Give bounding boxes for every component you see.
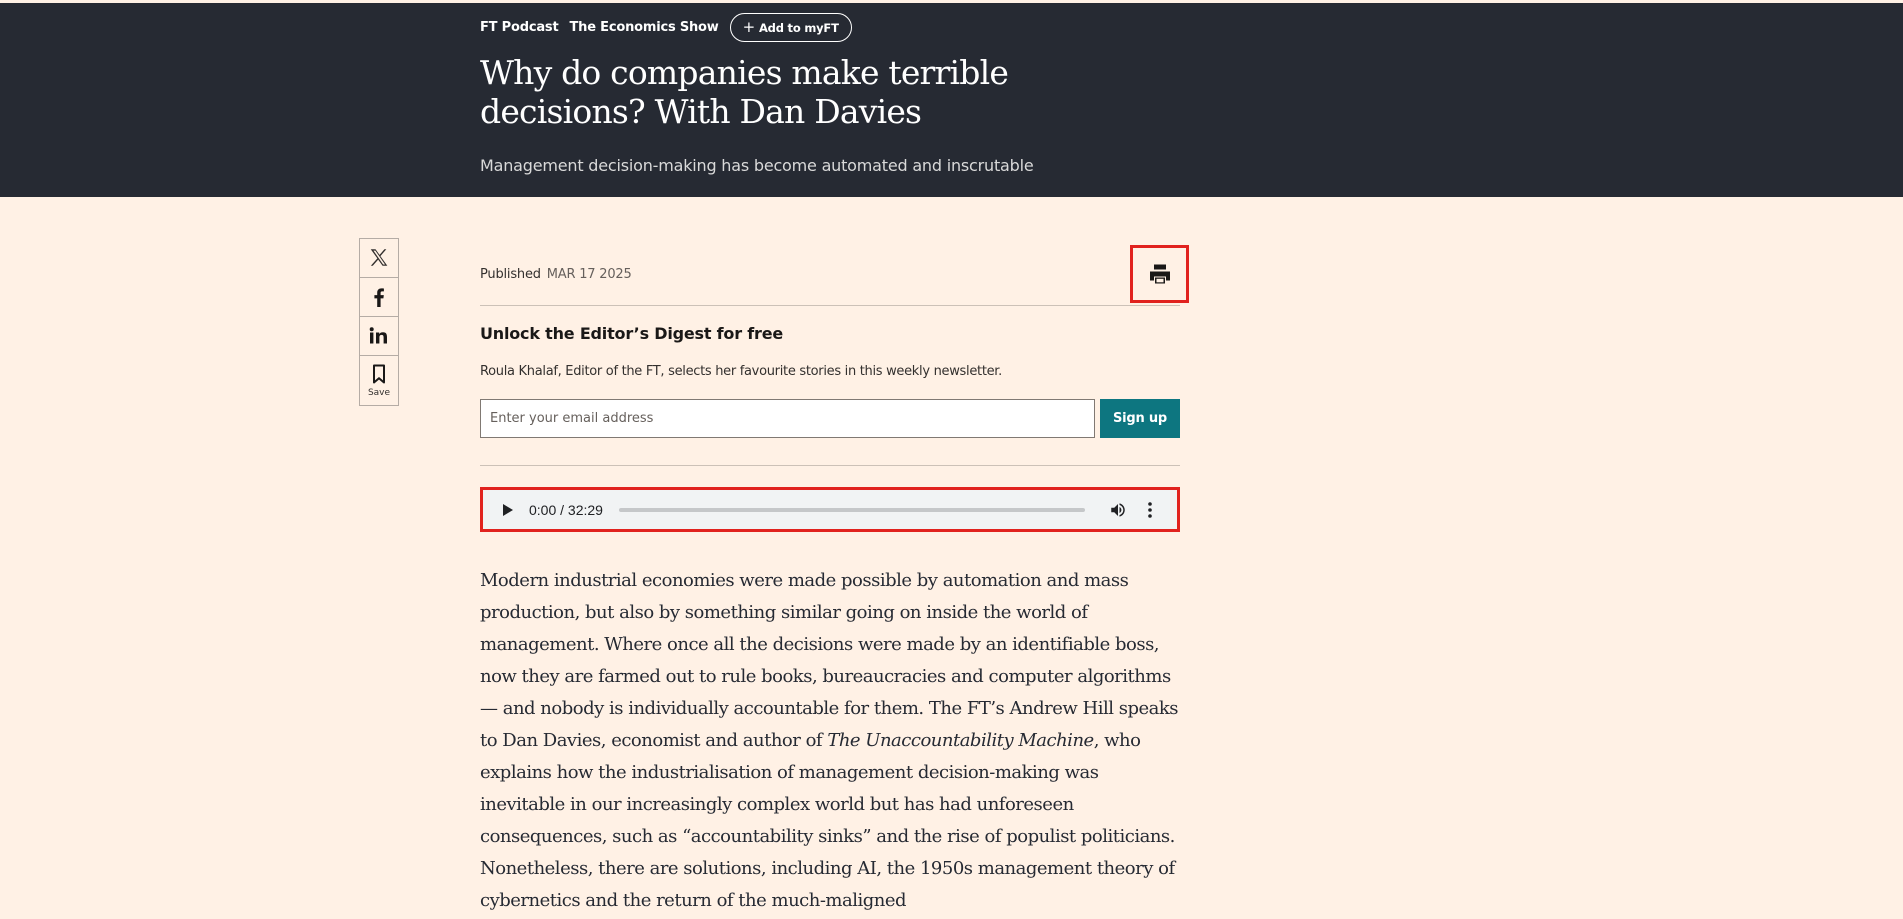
add-to-myft-button[interactable]: + Add to myFT <box>729 13 852 42</box>
podcast-link[interactable]: FT Podcast <box>480 20 559 35</box>
standfirst: Management decision-making has become au… <box>480 156 1034 175</box>
audio-controls: 0:00 / 32:29 <box>487 493 1173 526</box>
play-icon <box>503 503 513 516</box>
share-x-button[interactable] <box>360 239 398 278</box>
newsletter-title: Unlock the Editor’s Digest for free <box>480 324 784 343</box>
audio-player: 0:00 / 32:29 <box>480 487 1180 532</box>
more-vertical-icon <box>1148 501 1152 518</box>
divider-bottom <box>480 465 1180 466</box>
volume-button[interactable] <box>1103 495 1133 525</box>
article-body-text-1: Modern industrial economies were made po… <box>480 570 1179 751</box>
newsletter-description: Roula Khalaf, Editor of the FT, selects … <box>480 364 1002 379</box>
save-label: Save <box>367 387 391 398</box>
email-input[interactable] <box>480 399 1095 438</box>
share-facebook-button[interactable] <box>360 278 398 317</box>
article-header: FT Podcast The Economics Show + Add to m… <box>0 3 1903 197</box>
printer-icon <box>1149 264 1170 284</box>
article-body: Modern industrial economies were made po… <box>480 565 1182 917</box>
facebook-icon <box>374 288 384 307</box>
audio-progress-bar[interactable] <box>618 507 1085 512</box>
divider-top <box>480 305 1180 306</box>
print-button[interactable] <box>1130 245 1189 303</box>
audio-menu-button[interactable] <box>1135 495 1165 525</box>
header-nav: FT Podcast The Economics Show + Add to m… <box>480 13 852 42</box>
published-meta: Published MAR 17 2025 <box>480 267 632 282</box>
linkedin-icon <box>369 327 387 344</box>
book-title: The Unaccountability Machine <box>827 730 1094 751</box>
economics-show-link[interactable]: The Economics Show <box>569 20 718 35</box>
play-button[interactable] <box>493 495 523 525</box>
share-bar: Save <box>359 238 399 406</box>
volume-icon <box>1111 502 1125 517</box>
add-to-myft-label: Add to myFT <box>758 20 839 35</box>
share-linkedin-button[interactable] <box>360 317 398 356</box>
published-label: Published <box>480 267 541 282</box>
bookmark-icon <box>373 364 385 383</box>
audio-time: 0:00 / 32:29 <box>529 501 603 518</box>
save-button[interactable]: Save <box>360 356 398 405</box>
plus-icon: + <box>742 18 756 36</box>
published-date: MAR 17 2025 <box>546 267 632 282</box>
article-body-text-2: , who explains how the industrialisation… <box>480 730 1175 911</box>
x-icon <box>370 249 388 266</box>
headline: Why do companies make terrible decisions… <box>480 53 1009 131</box>
sign-up-button[interactable]: Sign up <box>1100 399 1180 438</box>
